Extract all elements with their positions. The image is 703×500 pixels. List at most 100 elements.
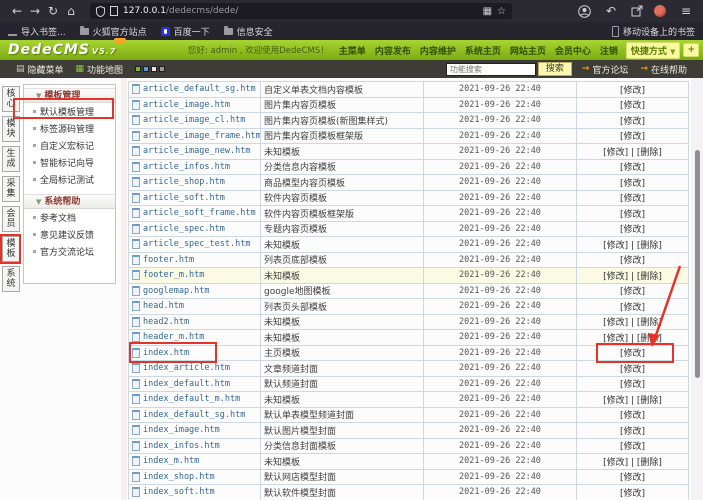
sidebar-tab-1[interactable]: 模块 — [2, 116, 20, 142]
modify-link[interactable]: [修改] — [603, 318, 628, 328]
function-search-input[interactable] — [446, 63, 536, 76]
sidebar-section-header-0[interactable]: ▼模板管理 — [24, 88, 115, 103]
modify-link[interactable]: [修改] — [620, 365, 645, 375]
top-nav-item-1[interactable]: 内容发布 — [375, 44, 411, 57]
url-bar[interactable]: 127.0.0.1/dedecms/dede/ ▦ ☆ — [90, 3, 512, 19]
search-button[interactable]: 搜索 — [538, 62, 572, 76]
skin-swatch-1[interactable] — [143, 66, 149, 72]
modify-link[interactable]: [修改] — [620, 380, 645, 390]
file-link[interactable]: article_soft.htm — [143, 193, 225, 203]
shield-icon[interactable] — [96, 6, 105, 17]
file-link[interactable]: footer_m.htm — [143, 270, 204, 280]
delete-link[interactable]: [删除] — [637, 458, 662, 468]
file-link[interactable]: index_image.htm — [143, 425, 220, 435]
qr-code-icon[interactable]: ▦ — [483, 6, 492, 17]
hide-menu-button[interactable]: ▤ 隐藏菜单 — [16, 63, 64, 76]
file-link[interactable]: footer.htm — [143, 255, 194, 265]
file-link[interactable]: article_image_frame.htm — [143, 131, 261, 141]
sidebar-item-0-1[interactable]: 标签源码管理 — [24, 120, 115, 137]
file-link[interactable]: head2.htm — [143, 317, 189, 327]
modify-link[interactable]: [修改] — [620, 303, 645, 313]
bookmark-item[interactable]: 百度一下 — [161, 25, 210, 38]
scrollbar-thumb[interactable] — [695, 150, 700, 378]
modify-link[interactable]: [修改] — [620, 427, 645, 437]
modify-link[interactable]: [修改] — [620, 210, 645, 220]
file-link[interactable]: article_image.htm — [143, 100, 230, 110]
sidebar-item-1-2[interactable]: 官方交流论坛 — [24, 243, 115, 260]
modify-link[interactable]: [修改] — [603, 458, 628, 468]
skin-swatch-0[interactable] — [135, 66, 141, 72]
file-link[interactable]: index_article.htm — [143, 363, 230, 373]
bookmark-item[interactable]: 火狐官方站点 — [80, 25, 147, 38]
delete-link[interactable]: [删除] — [637, 318, 662, 328]
file-link[interactable]: index_infos.htm — [143, 441, 220, 451]
modify-link[interactable]: [修改] — [603, 396, 628, 406]
modify-link[interactable]: [修改] — [603, 241, 628, 251]
page-icon[interactable] — [110, 6, 118, 16]
modify-link[interactable]: [修改] — [620, 473, 645, 483]
top-nav-item-5[interactable]: 会员中心 — [555, 44, 591, 57]
modify-link[interactable]: [修改] — [620, 194, 645, 204]
help-link[interactable]: → 在线帮助 — [640, 63, 687, 76]
file-link[interactable]: index_default_m.htm — [143, 394, 240, 404]
skin-swatch-2[interactable] — [151, 66, 157, 72]
modify-link[interactable]: [修改] — [620, 489, 645, 499]
sidebar-item-0-4[interactable]: 全局标记测试 — [24, 171, 115, 188]
delete-link[interactable]: [删除] — [637, 396, 662, 406]
file-link[interactable]: googlemap.htm — [143, 286, 210, 296]
sidebar-tab-3[interactable]: 采集 — [2, 176, 20, 202]
sidebar-tab-6[interactable]: 系统 — [2, 266, 20, 292]
sidebar-section-header-1[interactable]: ▼系统帮助 — [24, 194, 115, 209]
menu-icon[interactable]: ≡ — [677, 0, 695, 22]
home-icon[interactable]: ⌂ — [62, 0, 80, 22]
delete-link[interactable]: [删除] — [637, 241, 662, 251]
skin-swatch-3[interactable] — [159, 66, 165, 72]
url-text[interactable]: 127.0.0.1/dedecms/dede/ — [123, 6, 478, 16]
shortcut-button[interactable]: 快捷方式 ▼ — [626, 42, 681, 59]
modify-link[interactable]: [修改] — [603, 334, 628, 344]
modify-link[interactable]: [修改] — [620, 287, 645, 297]
file-link[interactable]: article_image_cl.htm — [143, 115, 245, 125]
forum-link[interactable]: → 官方论坛 — [582, 63, 629, 76]
file-link[interactable]: index_m.htm — [143, 456, 199, 466]
modify-link[interactable]: [修改] — [620, 256, 645, 266]
modify-link[interactable]: [修改] — [620, 132, 645, 142]
modify-link[interactable]: [修改] — [603, 148, 628, 158]
modify-link[interactable]: [修改] — [620, 117, 645, 127]
sidebar-item-0-2[interactable]: 自定义宏标记 — [24, 137, 115, 154]
delete-link[interactable]: [删除] — [637, 272, 662, 282]
top-nav-item-3[interactable]: 系统主页 — [465, 44, 501, 57]
sidebar-item-0-3[interactable]: 智能标记向导 — [24, 154, 115, 171]
modify-link[interactable]: [修改] — [620, 225, 645, 235]
shortcut-add-button[interactable]: + — [683, 43, 699, 57]
account-icon[interactable] — [578, 5, 591, 18]
file-link[interactable]: article_infos.htm — [143, 162, 230, 172]
file-link[interactable]: index.htm — [143, 348, 189, 358]
file-link[interactable]: index_shop.htm — [143, 472, 215, 482]
file-link[interactable]: index_default_sg.htm — [143, 410, 245, 420]
extensions-icon[interactable] — [631, 5, 643, 17]
file-link[interactable]: header_m.htm — [143, 332, 204, 342]
sidebar-tab-4[interactable]: 会员 — [2, 206, 20, 232]
sidebar-item-1-1[interactable]: 意见建议反馈 — [24, 226, 115, 243]
modify-link[interactable]: [修改] — [620, 101, 645, 111]
sidebar-tab-5[interactable]: 模板 — [2, 236, 20, 262]
bookmark-item[interactable]: 导入书签... — [8, 25, 66, 38]
sidebar-tab-2[interactable]: 生成 — [2, 146, 20, 172]
file-link[interactable]: article_spec.htm — [143, 224, 225, 234]
top-nav-item-4[interactable]: 网站主页 — [510, 44, 546, 57]
top-nav-item-0[interactable]: 主菜单 — [339, 44, 366, 57]
modify-link[interactable]: [修改] — [620, 163, 645, 173]
reload-icon[interactable]: ↻ — [44, 0, 62, 22]
modify-link[interactable]: [修改] — [620, 411, 645, 421]
file-link[interactable]: head.htm — [143, 301, 184, 311]
delete-link[interactable]: [删除] — [637, 334, 662, 344]
top-nav-item-6[interactable]: 注销 — [600, 44, 618, 57]
file-link[interactable]: article_default_sg.htm — [143, 84, 256, 94]
mobile-bookmarks[interactable]: 移动设备上的书签 — [612, 25, 695, 38]
bookmark-item[interactable]: 信息安全 — [224, 25, 273, 38]
sidebar-tab-0[interactable]: 核心 — [2, 86, 20, 112]
forward-icon[interactable]: → — [26, 0, 44, 22]
modify-link[interactable]: [修改] — [620, 179, 645, 189]
sidebar-item-1-0[interactable]: 参考文档 — [24, 209, 115, 226]
